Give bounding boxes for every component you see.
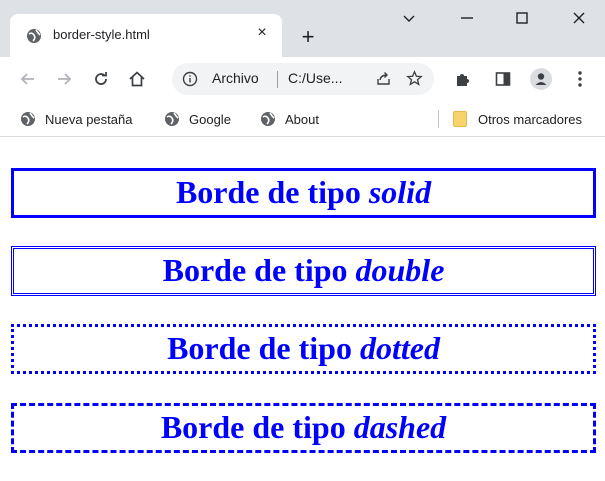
box-style-word: solid (368, 174, 432, 210)
box-text-prefix: Borde de tipo (162, 252, 356, 288)
box-style-word: double (355, 252, 445, 288)
info-icon[interactable] (182, 71, 198, 92)
dashed-border-box: Borde de tipo dashed (11, 403, 596, 453)
share-icon[interactable] (375, 70, 392, 92)
profile-avatar-icon[interactable] (528, 66, 554, 92)
bookmark-label: Nueva pestaña (45, 111, 133, 127)
address-scheme-label: Archivo (212, 70, 259, 86)
page-content: Borde de tipo solid Borde de tipo double… (0, 137, 605, 481)
address-divider (277, 71, 278, 88)
bookmark-nueva-pestana[interactable]: Nueva pestaña (20, 109, 132, 129)
bookmark-google[interactable]: Google (164, 109, 231, 129)
globe-icon (261, 112, 275, 126)
tab-title: border-style.html (53, 27, 150, 42)
arrow-left-icon (20, 73, 34, 85)
double-border-box: Borde de tipo double (11, 246, 596, 296)
box-style-word: dashed (353, 409, 447, 445)
back-button[interactable] (15, 66, 41, 92)
solid-border-box: Borde de tipo solid (11, 168, 596, 218)
tab-close-button[interactable]: × (252, 23, 272, 43)
box-text-prefix: Borde de tipo (160, 409, 354, 445)
browser-toolbar: Archivo C:/Use... (0, 57, 605, 101)
side-panel-icon[interactable] (490, 66, 516, 92)
bookmark-label: About (285, 111, 319, 127)
folder-icon (453, 111, 467, 127)
globe-icon (165, 112, 179, 126)
bookmark-label: Google (189, 111, 231, 127)
minimize-icon[interactable] (452, 4, 482, 32)
bookmarks-bar: Nueva pestaña Google About Otros marcado… (0, 101, 605, 137)
home-button[interactable] (124, 66, 150, 92)
box-text-prefix: Borde de tipo (167, 330, 360, 366)
address-bar[interactable]: Archivo C:/Use... (172, 63, 434, 95)
globe-icon (26, 28, 42, 44)
forward-button[interactable] (51, 66, 77, 92)
dotted-border-box: Borde de tipo dotted (11, 324, 596, 374)
maximize-icon[interactable] (507, 4, 537, 32)
close-icon[interactable] (564, 4, 594, 32)
menu-dots-icon[interactable] (567, 66, 593, 92)
other-bookmarks-button[interactable]: Otros marcadores (453, 109, 582, 129)
extensions-icon[interactable] (450, 66, 476, 92)
reload-button[interactable] (88, 66, 114, 92)
home-icon (129, 71, 145, 87)
tab-strip: border-style.html × + (0, 0, 605, 57)
chevron-down-icon[interactable] (394, 4, 424, 32)
address-url[interactable]: C:/Use... (288, 70, 342, 86)
bookmark-about[interactable]: About (260, 109, 319, 129)
new-tab-button[interactable]: + (295, 24, 321, 50)
tab-active[interactable]: border-style.html × (10, 14, 282, 57)
star-icon[interactable] (406, 70, 423, 92)
arrow-right-icon (58, 73, 72, 85)
globe-icon (21, 112, 35, 126)
other-bookmarks-label: Otros marcadores (478, 111, 583, 127)
reload-icon (95, 72, 107, 85)
box-text-prefix: Borde de tipo (175, 174, 369, 210)
box-style-word: dotted (359, 330, 440, 366)
bookmarks-divider (438, 110, 439, 128)
